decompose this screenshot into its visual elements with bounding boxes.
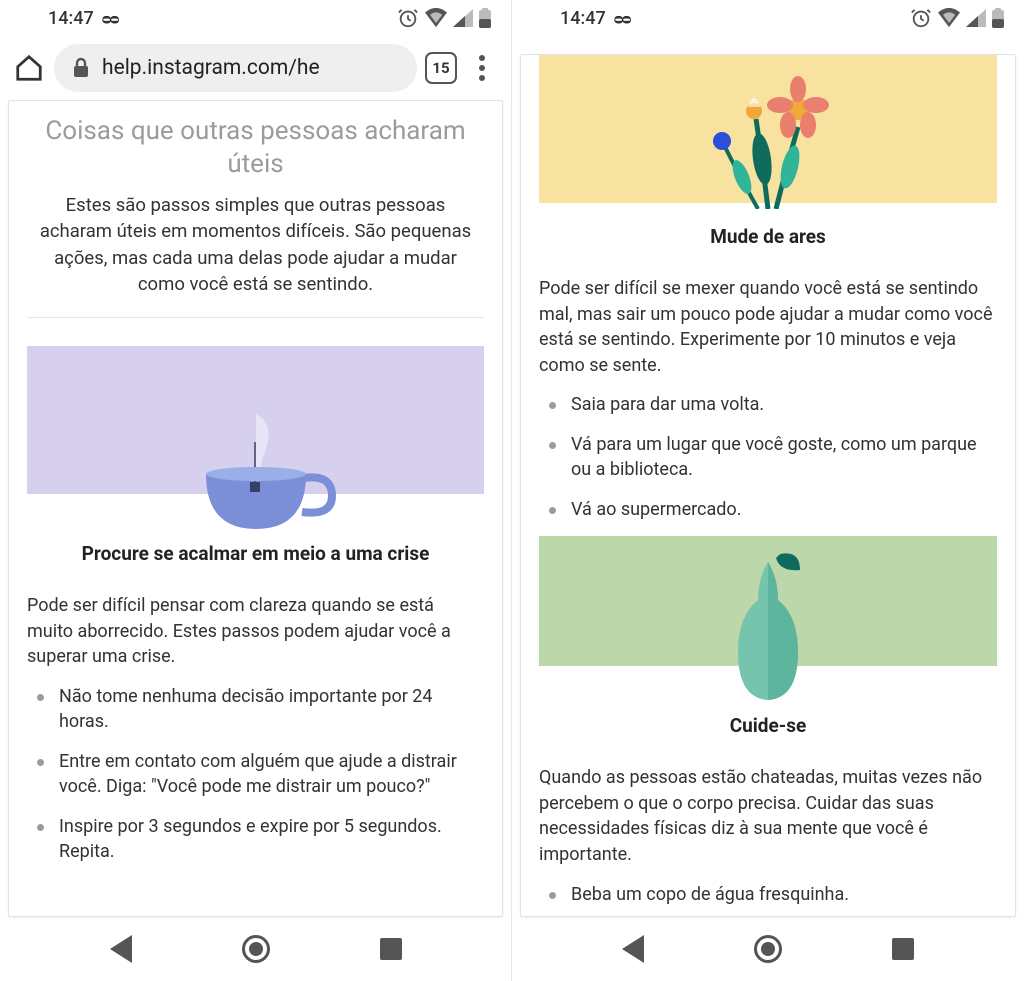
nav-home-icon[interactable] [242,935,270,963]
android-nav-bar [512,917,1024,981]
section-title-change: Mude de ares [539,225,997,248]
alarm-icon [910,7,932,29]
page-title: Coisas que outras pessoas acharam úteis [27,115,484,180]
section-body-care: Quando as pessoas estão chateadas, muita… [539,765,997,867]
status-time: 14:47 [560,8,606,29]
wifi-icon [938,8,960,28]
tips-list-crisis: Não tome nenhuma decisão importante por … [27,684,484,865]
status-bar: 14:47 ᴑᴑ [512,0,1024,36]
overflow-menu-icon[interactable] [465,55,499,81]
nav-back-icon[interactable] [110,935,132,963]
list-item: Inspire por 3 segundos e expire por 5 se… [37,814,484,865]
list-item: Não tome nenhuma decisão importante por … [37,684,484,735]
status-icons [397,7,491,29]
page-subtitle: Estes são passos simples que outras pess… [27,192,484,297]
nav-recent-icon[interactable] [892,938,914,960]
alarm-icon [397,7,419,29]
tips-list-change: Saia para dar uma volta. Vá para um luga… [539,392,997,522]
browser-toolbar: help.instagram.com/he 15 [0,36,511,100]
phone-screen-right: 14:47 ᴑᴑ [512,0,1024,981]
status-bar: 14:47 ᴑᴑ [0,0,511,36]
content-card-right: Mude de ares Pode ser difícil se mexer q… [520,54,1016,917]
section-body-crisis: Pode ser difícil pensar com clareza quan… [27,593,484,670]
divider [27,317,484,318]
list-item: Vá ao supermercado. [549,497,997,523]
battery-icon [992,8,1004,28]
section-title-care: Cuide-se [539,714,997,737]
illustration-pear [539,536,997,666]
lock-icon [72,57,90,79]
status-icons [910,7,1004,29]
url-text: help.instagram.com/he [102,56,320,80]
voicemail-icon: ᴑᴑ [614,8,630,29]
signal-icon [966,9,986,27]
nav-home-icon[interactable] [754,935,782,963]
tips-list-care: Beba um copo de água fresquinha. [539,882,997,908]
list-item: Beba um copo de água fresquinha. [549,882,997,908]
list-item: Vá para um lugar que você goste, como um… [549,432,997,483]
signal-icon [453,9,473,27]
nav-back-icon[interactable] [622,935,644,963]
tabs-button[interactable]: 15 [425,52,457,84]
phone-screen-left: 14:47 ᴑᴑ help.instagram.com/he 15 [0,0,512,981]
home-icon[interactable] [12,51,46,85]
section-body-change: Pode ser difícil se mexer quando você es… [539,276,997,378]
nav-recent-icon[interactable] [380,938,402,960]
section-title-crisis: Procure se acalmar em meio a uma crise [27,542,484,565]
status-time: 14:47 [48,8,94,29]
list-item: Saia para dar uma volta. [549,392,997,418]
illustration-teacup [27,346,484,494]
wifi-icon [425,8,447,28]
url-bar[interactable]: help.instagram.com/he [54,44,417,92]
battery-icon [479,8,491,28]
illustration-flowers [539,55,997,203]
list-item: Entre em contato com alguém que ajude a … [37,749,484,800]
voicemail-icon: ᴑᴑ [102,8,118,29]
tab-count: 15 [432,59,449,77]
content-card-left: Coisas que outras pessoas acharam úteis … [8,100,503,917]
android-nav-bar [0,917,511,981]
